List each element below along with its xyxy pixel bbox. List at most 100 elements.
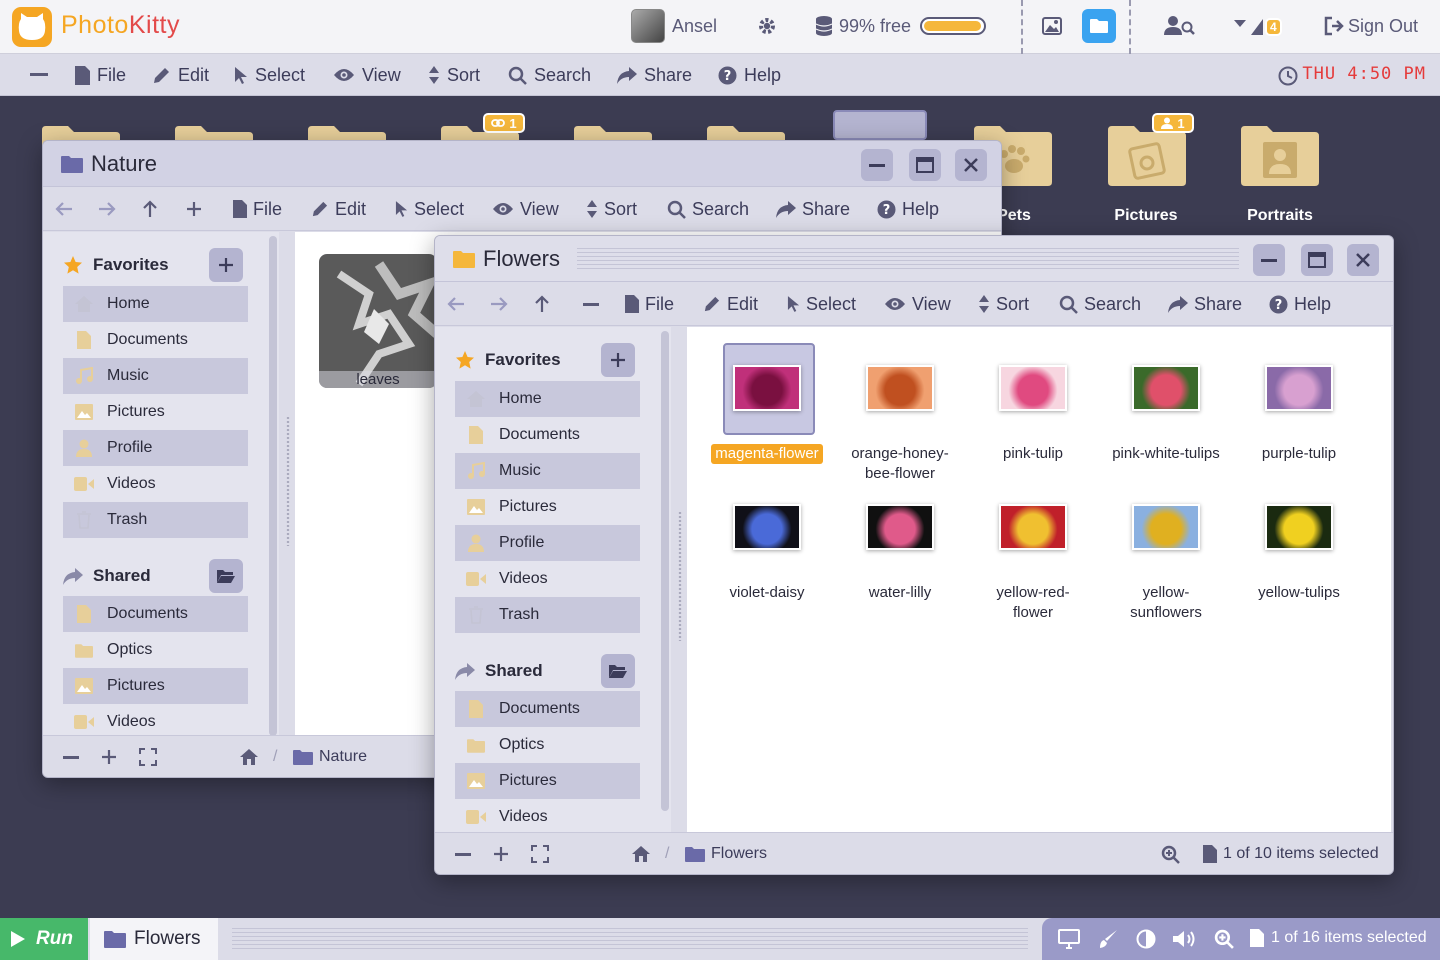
- home-icon[interactable]: [239, 736, 259, 777]
- menu-sort[interactable]: Sort: [428, 54, 480, 96]
- collapse-button[interactable]: [30, 54, 48, 96]
- zoom-out-button[interactable]: [455, 833, 471, 874]
- forward-arrow-icon[interactable]: [490, 282, 508, 326]
- up-arrow-icon[interactable]: [534, 282, 550, 326]
- file-item-pink-white-tulips[interactable]: pink-white-tulips: [1106, 365, 1226, 464]
- tool-search[interactable]: Search: [667, 187, 749, 231]
- sidebar-item-trash[interactable]: Trash: [455, 597, 640, 633]
- tool-view[interactable]: View: [492, 187, 559, 231]
- tool-help[interactable]: ? Help: [877, 187, 939, 231]
- desktop-folder-selected[interactable]: [833, 110, 927, 140]
- sidebar-scrollbar[interactable]: [661, 331, 669, 811]
- menu-help[interactable]: ? Help: [718, 54, 781, 96]
- nature-title-bar[interactable]: Nature: [43, 141, 1001, 187]
- breadcrumb[interactable]: Nature: [293, 736, 367, 777]
- tool-select[interactable]: Select: [787, 282, 856, 326]
- notifications-icon[interactable]: [1233, 17, 1267, 37]
- user-name[interactable]: Ansel: [672, 16, 717, 37]
- contrast-icon[interactable]: [1136, 929, 1156, 949]
- sidebar-item-videos[interactable]: Videos: [63, 466, 248, 502]
- desktop-folder-portraits[interactable]: [1241, 124, 1319, 186]
- file-item-orange-honey-bee-flower[interactable]: orange-honey-bee-flower: [840, 365, 960, 484]
- tool-search[interactable]: Search: [1059, 282, 1141, 326]
- sidebar-item-pictures[interactable]: Pictures: [63, 668, 248, 704]
- sidebar-item-pictures[interactable]: Pictures: [63, 394, 248, 430]
- desktop-folder-pictures[interactable]: [1108, 124, 1186, 186]
- file-item-yellow-red-flower[interactable]: yellow-red-flower: [973, 504, 1093, 623]
- sidebar-item-home[interactable]: Home: [455, 381, 640, 417]
- task-flowers[interactable]: Flowers: [90, 918, 218, 960]
- volume-icon[interactable]: [1172, 929, 1198, 949]
- file-item-yellow-tulips[interactable]: yellow-tulips: [1239, 504, 1359, 603]
- up-arrow-icon[interactable]: [142, 187, 158, 231]
- menu-search[interactable]: Search: [508, 54, 591, 96]
- image-view-icon[interactable]: [1035, 9, 1069, 43]
- file-item-violet-daisy[interactable]: violet-daisy: [707, 504, 827, 603]
- tool-edit[interactable]: Edit: [311, 187, 366, 231]
- sidebar-item-music[interactable]: Music: [63, 358, 248, 394]
- sidebar-item-profile[interactable]: Profile: [63, 430, 248, 466]
- tool-edit[interactable]: Edit: [703, 282, 758, 326]
- close-button[interactable]: [1347, 244, 1379, 276]
- run-button[interactable]: Run: [0, 918, 88, 960]
- zoom-icon[interactable]: [1214, 929, 1234, 949]
- sidebar-item-trash[interactable]: Trash: [63, 502, 248, 538]
- file-item-water-lilly[interactable]: water-lilly: [840, 504, 960, 603]
- file-item-magenta-flower[interactable]: magenta-flower: [707, 343, 827, 464]
- menu-edit[interactable]: Edit: [152, 54, 209, 96]
- file-item-pink-tulip[interactable]: pink-tulip: [973, 365, 1093, 464]
- back-arrow-icon[interactable]: [55, 187, 73, 231]
- flowers-title-bar[interactable]: Flowers: [435, 236, 1393, 282]
- sidebar-item-documents[interactable]: Documents: [63, 322, 248, 358]
- sidebar-item-videos[interactable]: Videos: [455, 561, 640, 597]
- avatar[interactable]: [631, 9, 665, 43]
- file-item-purple-tulip[interactable]: purple-tulip: [1239, 365, 1359, 464]
- tool-help[interactable]: ? Help: [1269, 282, 1331, 326]
- sidebar-item-pictures[interactable]: Pictures: [455, 763, 640, 799]
- add-favorite-button[interactable]: [601, 343, 635, 377]
- sidebar-scrollbar[interactable]: [269, 236, 277, 736]
- zoom-out-button[interactable]: [63, 736, 79, 777]
- menu-share[interactable]: Share: [617, 54, 692, 96]
- breadcrumb[interactable]: Flowers: [685, 833, 767, 874]
- sign-out-icon[interactable]: [1324, 16, 1344, 36]
- sidebar-item-videos[interactable]: Videos: [455, 799, 640, 835]
- user-search-icon[interactable]: [1160, 9, 1200, 43]
- sidebar-item-pictures[interactable]: Pictures: [455, 489, 640, 525]
- tool-sort[interactable]: Sort: [586, 187, 637, 231]
- zoom-in-button[interactable]: [101, 736, 117, 777]
- menu-view[interactable]: View: [333, 54, 401, 96]
- monitor-icon[interactable]: [1058, 929, 1080, 949]
- tool-share[interactable]: Share: [1168, 282, 1242, 326]
- open-shared-button[interactable]: [209, 559, 243, 593]
- forward-arrow-icon[interactable]: [98, 187, 116, 231]
- sign-out-link[interactable]: Sign Out: [1348, 16, 1418, 37]
- tool-share[interactable]: Share: [776, 187, 850, 231]
- sidebar-item-optics[interactable]: Optics: [455, 727, 640, 763]
- back-arrow-icon[interactable]: [447, 282, 465, 326]
- home-icon[interactable]: [631, 833, 651, 874]
- sidebar-item-documents[interactable]: Documents: [63, 596, 248, 632]
- sidebar-item-documents[interactable]: Documents: [455, 417, 640, 453]
- new-folder-button[interactable]: [186, 187, 202, 231]
- sidebar-item-music[interactable]: Music: [455, 453, 640, 489]
- brush-icon[interactable]: [1098, 929, 1118, 949]
- minimize-button[interactable]: [861, 149, 893, 181]
- tool-select[interactable]: Select: [395, 187, 464, 231]
- tool-file[interactable]: File: [233, 187, 282, 231]
- zoom-in-button[interactable]: [493, 833, 509, 874]
- collapse-button[interactable]: [583, 282, 599, 326]
- maximize-button[interactable]: [1301, 244, 1333, 276]
- resize-handle[interactable]: [285, 416, 291, 546]
- minimize-button[interactable]: [1253, 244, 1285, 276]
- tool-file[interactable]: File: [625, 282, 674, 326]
- open-shared-button[interactable]: [601, 654, 635, 688]
- resize-handle[interactable]: [677, 511, 683, 641]
- sidebar-item-profile[interactable]: Profile: [455, 525, 640, 561]
- menu-file[interactable]: File: [75, 54, 126, 96]
- sidebar-item-optics[interactable]: Optics: [63, 632, 248, 668]
- tool-sort[interactable]: Sort: [978, 282, 1029, 326]
- tool-view[interactable]: View: [884, 282, 951, 326]
- gear-icon[interactable]: [750, 9, 784, 43]
- maximize-button[interactable]: [909, 149, 941, 181]
